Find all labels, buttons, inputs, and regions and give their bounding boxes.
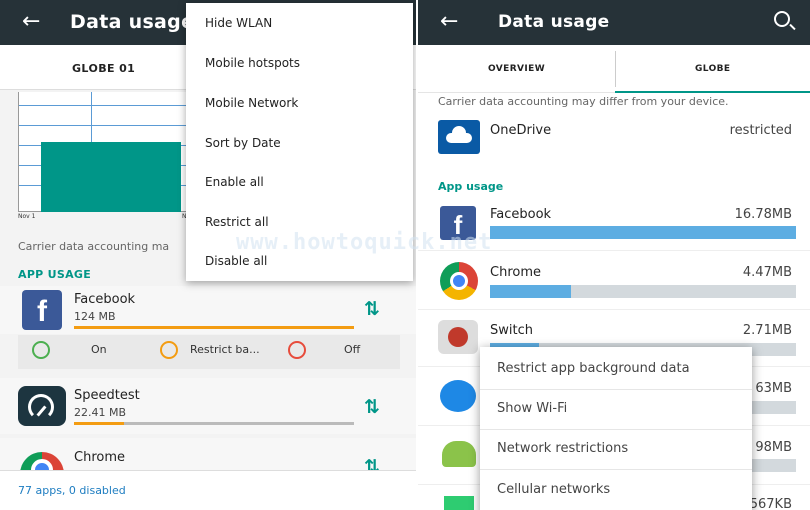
app-count-footer: 77 apps, 0 disabled: [0, 470, 416, 510]
app-name: Speedtest: [74, 388, 140, 403]
facebook-icon: f: [22, 290, 62, 330]
menu-item-cellular-networks[interactable]: Cellular networks: [497, 482, 610, 497]
background-data-options: On Restrict ba... Off: [18, 335, 400, 369]
app-name[interactable]: Chrome: [490, 265, 541, 280]
app-usage-heading: APP USAGE: [18, 268, 92, 281]
menu-item-mobile-network[interactable]: Mobile Network: [205, 96, 298, 110]
menu-item-mobile-hotspots[interactable]: Mobile hotspots: [205, 56, 300, 70]
data-sync-arrows-icon[interactable]: ⇅: [364, 298, 380, 320]
usage-chart: [18, 92, 189, 212]
restricted-status: restricted: [729, 123, 792, 138]
app-name: Chrome: [74, 450, 125, 465]
left-screen: ← Data usage GLOBE 01 Nov 1 N Carrier da…: [0, 0, 416, 510]
carrier-note: Carrier data accounting ma: [18, 240, 170, 253]
app-row-facebook[interactable]: f Facebook 124 MB ⇅: [0, 286, 416, 334]
tab-globe[interactable]: GLOBE: [695, 64, 730, 74]
check-circle-icon[interactable]: [32, 341, 50, 359]
restricted-app-name[interactable]: OneDrive: [490, 123, 551, 138]
search-icon[interactable]: [774, 11, 790, 27]
menu-item-enable-all[interactable]: Enable all: [205, 175, 264, 189]
usage-bar: [74, 422, 354, 425]
back-arrow-icon[interactable]: ←: [22, 10, 40, 34]
page-title: Data usage: [70, 11, 195, 33]
app-size: 124 MB: [74, 310, 116, 323]
usage-bar: [490, 285, 796, 298]
option-off[interactable]: Off: [344, 343, 360, 356]
app-count-text: 77 apps, 0 disabled: [18, 484, 126, 497]
option-restrict[interactable]: Restrict ba...: [190, 343, 260, 356]
app-size: 16.78MB: [734, 207, 792, 222]
app-size: 22.41 MB: [74, 406, 127, 419]
app-usage-heading: App usage: [438, 180, 504, 193]
tab-overview[interactable]: OVERVIEW: [488, 64, 545, 74]
right-toolbar: ← Data usage: [418, 0, 810, 45]
carrier-note: Carrier data accounting may differ from …: [438, 95, 729, 108]
tab-globe-01[interactable]: GLOBE 01: [72, 62, 135, 75]
app-size: 98MB: [755, 440, 792, 455]
menu-item-restrict-background-data[interactable]: Restrict app background data: [497, 361, 690, 376]
page-title: Data usage: [498, 12, 610, 32]
usage-area: [41, 142, 181, 212]
chart-gridline: [19, 105, 189, 106]
messenger-icon: [440, 380, 476, 412]
app-icon: [444, 496, 474, 510]
app-size: 2.71MB: [742, 323, 792, 338]
app-row-chrome[interactable]: Chrome ⇅: [0, 438, 416, 496]
x-circle-icon[interactable]: [288, 341, 306, 359]
menu-item-disable-all[interactable]: Disable all: [205, 254, 267, 268]
app-name[interactable]: Switch: [490, 323, 533, 338]
app-size: 567KB: [749, 497, 792, 510]
usage-bar: [74, 326, 354, 329]
right-screen: ← Data usage OVERVIEW GLOBE Carrier data…: [416, 0, 810, 510]
menu-item-restrict-all[interactable]: Restrict all: [205, 215, 269, 229]
speedometer-icon: [18, 386, 66, 426]
right-tab-bar: OVERVIEW GLOBE: [418, 45, 810, 93]
app-size: 4.47MB: [742, 265, 792, 280]
switch-app-icon: [438, 320, 478, 354]
app-row-speedtest[interactable]: Speedtest 22.41 MB ⇅: [0, 378, 416, 434]
android-icon: [442, 441, 476, 467]
option-on[interactable]: On: [91, 343, 107, 356]
right-overflow-menu: Restrict app background data Show Wi-Fi …: [480, 347, 752, 510]
app-size: 63MB: [755, 381, 792, 396]
restrict-circle-icon[interactable]: [160, 341, 178, 359]
app-name: Facebook: [74, 292, 136, 307]
app-name[interactable]: Facebook: [490, 207, 551, 222]
active-tab-indicator: [615, 91, 810, 93]
chart-gridline: [19, 125, 189, 126]
menu-item-sort-by-date[interactable]: Sort by Date: [205, 136, 281, 150]
data-sync-arrows-icon[interactable]: ⇅: [364, 396, 380, 418]
chrome-icon: [440, 262, 478, 300]
menu-item-show-wifi[interactable]: Show Wi-Fi: [497, 401, 567, 416]
chart-x-label: Nov 1: [18, 213, 36, 220]
menu-item-network-restrictions[interactable]: Network restrictions: [497, 441, 628, 456]
onedrive-icon: [438, 120, 480, 154]
watermark-text: www.howtoquick.net: [236, 230, 493, 255]
back-arrow-icon[interactable]: ←: [440, 10, 458, 34]
menu-item-hide-wlan[interactable]: Hide WLAN: [205, 16, 272, 30]
usage-bar: [490, 226, 796, 239]
